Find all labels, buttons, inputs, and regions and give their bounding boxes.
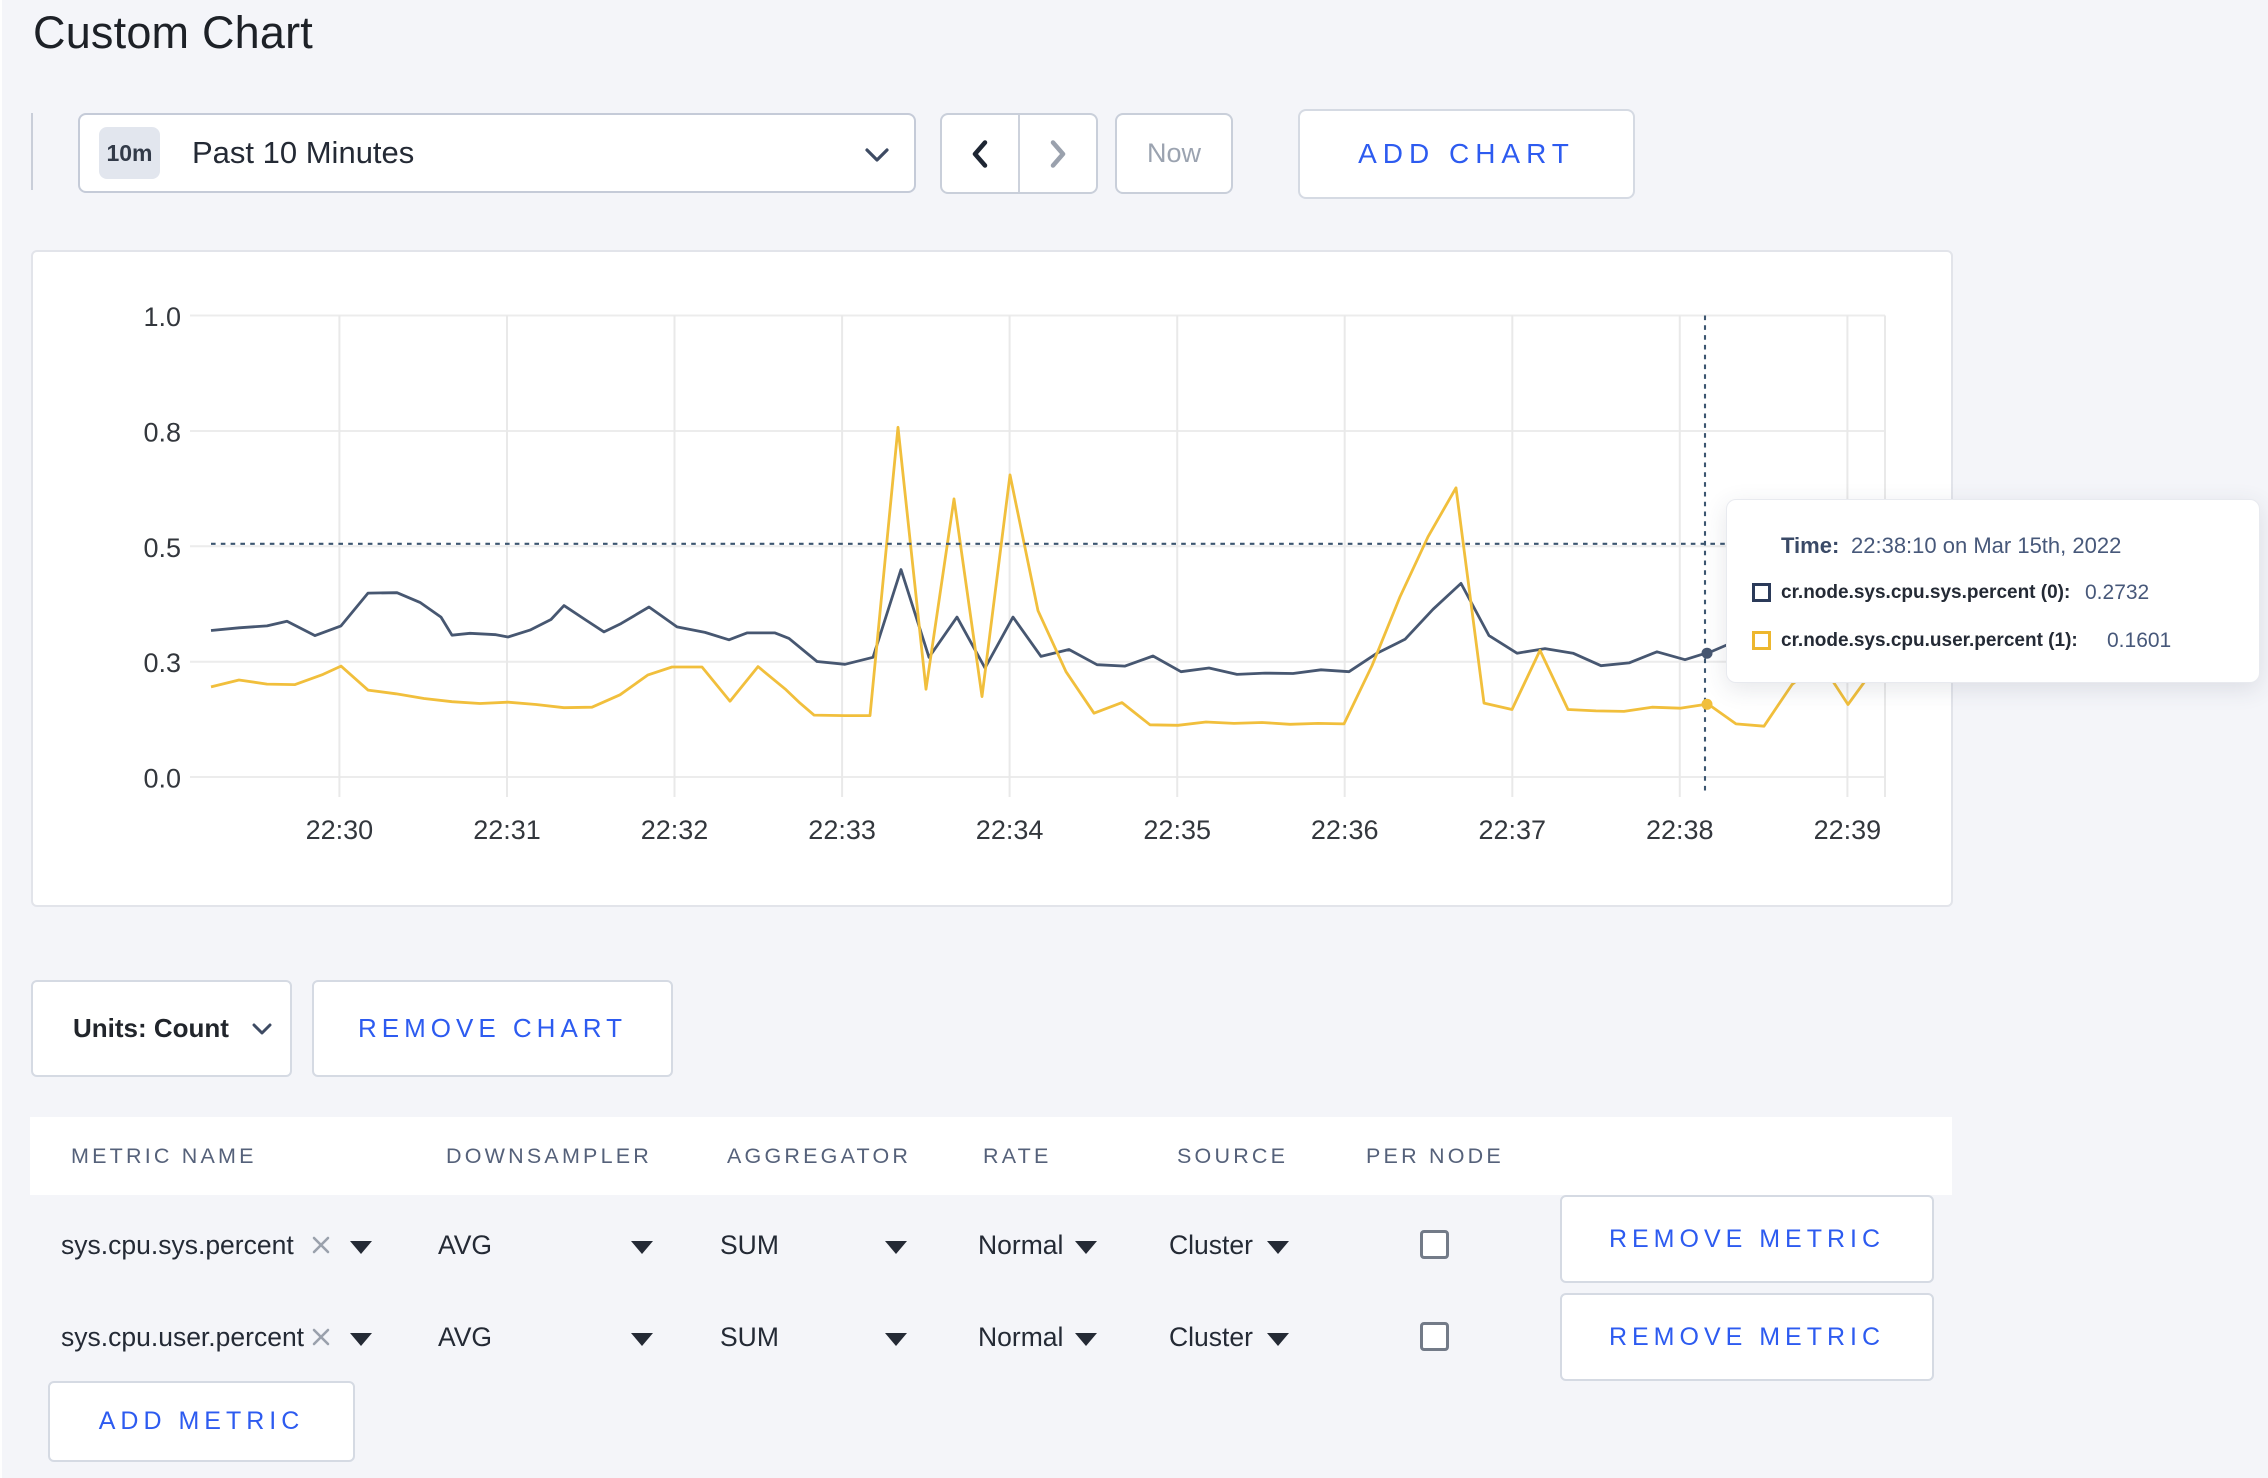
svg-text:0.8: 0.8 [143, 418, 181, 448]
svg-text:0.5: 0.5 [143, 533, 181, 563]
svg-text:22:30: 22:30 [306, 815, 374, 845]
svg-text:1.0: 1.0 [143, 302, 181, 332]
svg-text:0.3: 0.3 [143, 648, 181, 678]
svg-text:22:36: 22:36 [1311, 815, 1379, 845]
svg-text:22:37: 22:37 [1479, 815, 1547, 845]
svg-text:22:31: 22:31 [473, 815, 541, 845]
svg-text:22:32: 22:32 [641, 815, 709, 845]
svg-text:22:38: 22:38 [1646, 815, 1714, 845]
svg-text:22:33: 22:33 [808, 815, 876, 845]
svg-text:22:39: 22:39 [1814, 815, 1882, 845]
svg-text:0.0: 0.0 [143, 764, 181, 794]
svg-text:22:35: 22:35 [1143, 815, 1211, 845]
svg-text:22:34: 22:34 [976, 815, 1044, 845]
